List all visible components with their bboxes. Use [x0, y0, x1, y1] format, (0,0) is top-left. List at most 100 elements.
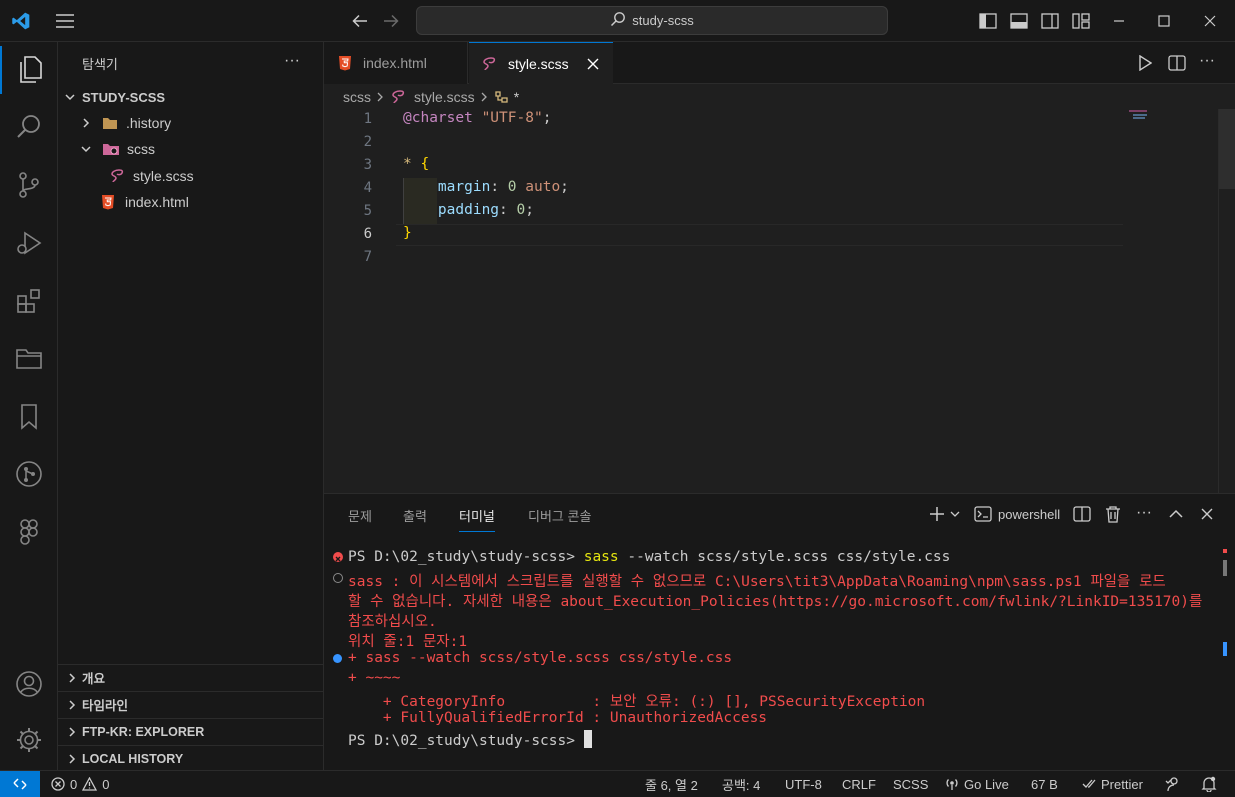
more-actions-icon[interactable]: ··· — [1136, 504, 1152, 522]
code-editor[interactable]: 1 2 3 4 5 6 7 @charset "UTF-8"; * { marg… — [324, 109, 1235, 493]
punct: : — [499, 202, 508, 218]
search-icon — [610, 11, 626, 30]
number: 0 — [507, 179, 517, 195]
figma-icon[interactable] — [0, 508, 58, 556]
cursor-position[interactable]: 줄 6, 열 2 — [645, 771, 698, 797]
settings-gear-icon[interactable] — [0, 716, 58, 764]
breadcrumb-file[interactable]: style.scss — [414, 89, 475, 105]
line-number: 7 — [363, 249, 372, 265]
terminal-command: sass — [583, 549, 619, 565]
indentation[interactable]: 공백: 4 — [722, 771, 760, 797]
run-debug-icon[interactable] — [0, 219, 58, 267]
remote-icon — [12, 777, 28, 791]
forward-arrow-icon[interactable] — [380, 10, 402, 32]
close-tab-icon[interactable] — [587, 58, 599, 70]
encoding[interactable]: UTF-8 — [785, 771, 822, 797]
html5-icon — [101, 194, 115, 210]
tab-debug-console[interactable]: 디버그 콘솔 — [528, 506, 591, 525]
command-failed-icon[interactable] — [333, 552, 343, 562]
feedback-icon[interactable] — [1165, 771, 1181, 797]
maximize-panel-icon[interactable] — [1166, 504, 1186, 524]
command-decoration-icon[interactable] — [333, 573, 343, 583]
breadcrumb-symbol[interactable]: * — [514, 89, 519, 105]
terminal-line: PS D:\02_study\study-scss> — [348, 730, 592, 749]
section-local-history[interactable]: LOCAL HISTORY — [58, 745, 323, 771]
section-ftp-explorer[interactable]: FTP-KR: EXPLORER — [58, 718, 323, 744]
chevron-down-icon[interactable] — [948, 506, 962, 522]
accounts-icon[interactable] — [0, 660, 58, 708]
terminal-scrollbar[interactable] — [1223, 560, 1227, 576]
terminal-cursor — [583, 730, 592, 748]
prettier-status[interactable]: Prettier — [1082, 771, 1143, 797]
terminal-args: --watch scss/style.scss css/style.css — [618, 549, 951, 565]
minimap[interactable] — [1129, 109, 1221, 493]
trash-icon[interactable] — [1103, 504, 1123, 524]
section-outline[interactable]: 개요 — [58, 664, 323, 690]
customize-layout-icon[interactable] — [1070, 10, 1092, 32]
tree-item-index-html[interactable]: index.html — [58, 189, 323, 215]
line-number: 4 — [363, 180, 372, 196]
tab-output[interactable]: 출력 — [403, 506, 427, 525]
workspace-root[interactable]: STUDY-SCSS — [58, 84, 323, 110]
command-decoration-icon[interactable] — [333, 654, 342, 663]
vscode-logo-icon[interactable] — [10, 10, 32, 32]
problems-indicator[interactable]: 0 0 — [51, 771, 109, 797]
breadcrumb-folder[interactable]: scss — [343, 89, 371, 105]
minimize-icon[interactable] — [1108, 10, 1130, 32]
folder-icon — [102, 116, 118, 130]
git-graph-icon[interactable] — [0, 450, 58, 498]
toggle-secondary-sidebar-icon[interactable] — [1039, 10, 1061, 32]
line-number-current: 6 — [363, 226, 372, 242]
explorer-sidebar: 탐색기 ··· STUDY-SCSS .history scss style.s… — [58, 42, 324, 770]
tab-style-scss[interactable]: style.scss — [469, 42, 613, 85]
brace: { — [420, 156, 430, 172]
close-window-icon[interactable] — [1199, 10, 1221, 32]
remote-indicator[interactable] — [0, 771, 40, 797]
go-live-button[interactable]: Go Live — [945, 771, 1009, 797]
error-count: 0 — [70, 776, 78, 792]
status-bar: 0 0 줄 6, 열 2 공백: 4 UTF-8 CRLF SCSS Go Li… — [0, 770, 1235, 797]
warning-count: 0 — [102, 776, 110, 792]
language-mode[interactable]: SCSS — [893, 771, 928, 797]
notifications-bell-icon[interactable] — [1201, 771, 1217, 797]
split-terminal-icon[interactable] — [1072, 504, 1092, 524]
search-view-icon[interactable] — [0, 103, 58, 151]
terminal-icon — [974, 506, 992, 522]
source-control-icon[interactable] — [0, 161, 58, 209]
tab-index-html[interactable]: index.html — [324, 42, 468, 84]
error-icon — [51, 777, 65, 791]
extensions-icon[interactable] — [0, 277, 58, 325]
file-size: 67 B — [1031, 776, 1058, 792]
tab-terminal[interactable]: 터미널 — [459, 506, 495, 532]
chevron-down-icon — [80, 143, 96, 155]
bookmark-icon[interactable] — [0, 393, 58, 441]
editor-scrollbar[interactable] — [1218, 109, 1235, 493]
back-arrow-icon[interactable] — [349, 10, 371, 32]
command-center-search[interactable]: study-scss — [416, 6, 888, 35]
close-panel-icon[interactable] — [1197, 504, 1217, 524]
selector: * — [403, 156, 412, 172]
line-number: 3 — [363, 157, 372, 173]
toggle-panel-icon[interactable] — [1008, 10, 1030, 32]
explorer-icon[interactable] — [0, 46, 58, 94]
toggle-primary-sidebar-icon[interactable] — [977, 10, 999, 32]
end-of-line[interactable]: CRLF — [842, 771, 876, 797]
terminal-shell-selector[interactable]: powershell — [974, 504, 1060, 524]
more-actions-icon[interactable]: ··· — [1199, 52, 1215, 70]
tab-problems[interactable]: 문제 — [348, 506, 372, 525]
run-icon[interactable] — [1134, 52, 1156, 74]
split-editor-icon[interactable] — [1166, 52, 1188, 74]
line-number: 5 — [363, 203, 372, 219]
more-actions-icon[interactable]: ··· — [284, 52, 300, 70]
number: 0 — [516, 202, 526, 218]
punct: ; — [560, 179, 569, 195]
section-timeline[interactable]: 타임라인 — [58, 691, 323, 717]
tree-item-scss-folder[interactable]: scss — [58, 136, 323, 162]
tree-item-history[interactable]: .history — [58, 110, 323, 136]
folder-view-icon[interactable] — [0, 335, 58, 383]
new-terminal-plus-icon[interactable] — [927, 504, 947, 524]
section-label: 개요 — [82, 672, 106, 686]
tree-item-style-scss[interactable]: style.scss — [58, 163, 323, 189]
menu-icon[interactable] — [52, 10, 78, 32]
maximize-icon[interactable] — [1153, 10, 1175, 32]
